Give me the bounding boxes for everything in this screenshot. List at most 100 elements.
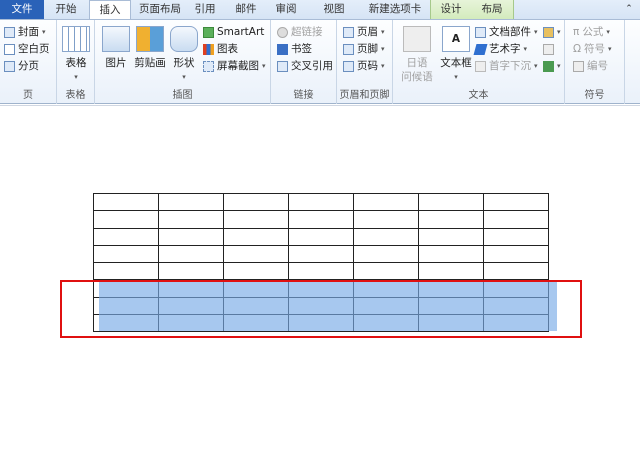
table-cell[interactable] <box>223 192 289 212</box>
cover-page-icon <box>4 27 15 38</box>
table-cell[interactable] <box>418 261 484 281</box>
table-cell[interactable] <box>158 210 224 229</box>
table-cell[interactable] <box>483 227 549 246</box>
tab-home[interactable]: 开始 <box>46 0 86 19</box>
table-row[interactable] <box>93 210 549 229</box>
table-cell[interactable] <box>418 210 484 229</box>
table-cell[interactable] <box>158 244 224 264</box>
tab-view[interactable]: 视图 <box>316 0 352 19</box>
clipart-icon <box>136 26 164 52</box>
table-cell[interactable] <box>353 210 419 229</box>
table-cell[interactable] <box>158 261 224 281</box>
group-page: 封面 ▾ 空白页 分页 页 <box>0 20 57 104</box>
bookmark-button[interactable]: 书签 <box>277 41 312 58</box>
wordart-button[interactable]: 艺术字 ▾ <box>473 41 527 58</box>
picture-icon <box>102 26 130 52</box>
cross-reference-button[interactable]: 交叉引用 <box>277 58 333 75</box>
table-cell[interactable] <box>418 244 484 264</box>
object-icon <box>543 61 554 72</box>
table-cell[interactable] <box>483 261 549 281</box>
shapes-button[interactable]: 形状 ▾ <box>169 26 199 84</box>
table-cell[interactable] <box>483 210 549 229</box>
date-time-button[interactable] <box>543 41 554 58</box>
group-label-page: 页 <box>23 90 33 101</box>
table-cell[interactable] <box>418 192 484 212</box>
table-cell[interactable] <box>93 210 159 229</box>
table-cell[interactable] <box>93 244 159 264</box>
tab-insert[interactable]: 插入 <box>89 0 131 20</box>
picture-button[interactable]: 图片 <box>99 26 133 70</box>
table-cell[interactable] <box>288 227 354 246</box>
omega-icon: Ω <box>573 43 582 55</box>
table-cell[interactable] <box>353 244 419 264</box>
drop-cap-icon <box>475 61 486 72</box>
table-cell[interactable] <box>223 261 289 281</box>
table-cell[interactable] <box>418 227 484 246</box>
table-button[interactable]: 表格 ▾ <box>61 26 91 84</box>
footer-button[interactable]: 页脚 ▾ <box>343 41 385 58</box>
page-number-button[interactable]: 页码 ▾ <box>343 58 385 75</box>
collapse-ribbon-icon[interactable]: ⌃ <box>620 0 638 19</box>
cover-page-button[interactable]: 封面 ▾ <box>4 24 46 41</box>
table-cell[interactable] <box>353 261 419 281</box>
hyperlink-button[interactable]: 超链接 <box>277 24 323 41</box>
table-cell[interactable] <box>353 192 419 212</box>
ribbon-tabs: 文件 开始 插入 页面布局 引用 邮件 审阅 视图 新建选项卡 设计 布局 ⌃ <box>0 0 640 20</box>
bookmark-icon <box>277 44 288 55</box>
group-symbols: π 公式 ▾ Ω 符号 ▾ 编号 符号 <box>565 20 625 104</box>
table-cell[interactable] <box>288 210 354 229</box>
chart-icon <box>203 44 214 55</box>
equation-button[interactable]: π 公式 ▾ <box>573 24 610 41</box>
table-cell[interactable] <box>483 244 549 264</box>
table-cell[interactable] <box>288 244 354 264</box>
table-row[interactable] <box>93 244 549 264</box>
symbol-button[interactable]: Ω 符号 ▾ <box>573 41 612 58</box>
tab-file[interactable]: 文件 <box>0 0 44 19</box>
clipart-button[interactable]: 剪贴画 <box>133 26 167 70</box>
tab-layout[interactable]: 布局 <box>472 0 512 19</box>
tab-mailings[interactable]: 邮件 <box>228 0 264 19</box>
page-number-icon <box>343 61 354 72</box>
table-cell[interactable] <box>93 261 159 281</box>
table-cell[interactable] <box>483 192 549 212</box>
group-table: 表格 ▾ 表格 <box>57 20 95 104</box>
table-cell[interactable] <box>223 244 289 264</box>
tab-page-layout[interactable]: 页面布局 <box>134 0 186 19</box>
pi-icon: π <box>573 26 580 38</box>
header-button[interactable]: 页眉 ▾ <box>343 24 385 41</box>
table-cell[interactable] <box>288 192 354 212</box>
table-cell[interactable] <box>288 261 354 281</box>
table-cell[interactable] <box>223 210 289 229</box>
page-break-button[interactable]: 分页 <box>4 58 39 75</box>
table-row[interactable] <box>93 227 549 246</box>
quick-parts-button[interactable]: 文档部件 ▾ <box>475 24 538 41</box>
numbering-button[interactable]: 编号 <box>573 58 608 75</box>
page-break-icon <box>4 61 15 72</box>
table-cell[interactable] <box>158 192 224 212</box>
chart-button[interactable]: 图表 <box>203 41 238 58</box>
screenshot-button[interactable]: 屏幕截图 ▾ <box>203 58 266 75</box>
japanese-greeting-button[interactable]: 日语 问候语 <box>395 26 439 84</box>
object-button[interactable]: ▾ <box>543 58 561 75</box>
blank-page-button[interactable]: 空白页 <box>4 41 50 58</box>
table-row[interactable] <box>93 261 549 281</box>
table-cell[interactable] <box>93 192 159 212</box>
numbering-icon <box>573 61 584 72</box>
tab-design[interactable]: 设计 <box>432 0 470 19</box>
ribbon: 封面 ▾ 空白页 分页 页 表格 ▾ 表格 图片 剪贴画 形状 ▾ SmartArt … <box>0 19 640 104</box>
tab-references[interactable]: 引用 <box>188 0 222 19</box>
table-cell[interactable] <box>353 227 419 246</box>
table-cell[interactable] <box>93 227 159 246</box>
hyperlink-icon <box>277 27 288 38</box>
table-row[interactable] <box>93 192 549 212</box>
quick-parts-icon <box>475 27 486 38</box>
textbox-button[interactable]: A 文本框 ▾ <box>439 26 473 84</box>
smartart-button[interactable]: SmartArt <box>203 24 264 41</box>
tab-new-tab[interactable]: 新建选项卡 <box>362 0 428 19</box>
table-cell[interactable] <box>223 227 289 246</box>
drop-cap-button[interactable]: 首字下沉 ▾ <box>475 58 538 75</box>
signature-line-button[interactable]: ▾ <box>543 24 561 41</box>
group-label-text: 文本 <box>468 90 489 101</box>
table-cell[interactable] <box>158 227 224 246</box>
tab-review[interactable]: 审阅 <box>268 0 304 19</box>
